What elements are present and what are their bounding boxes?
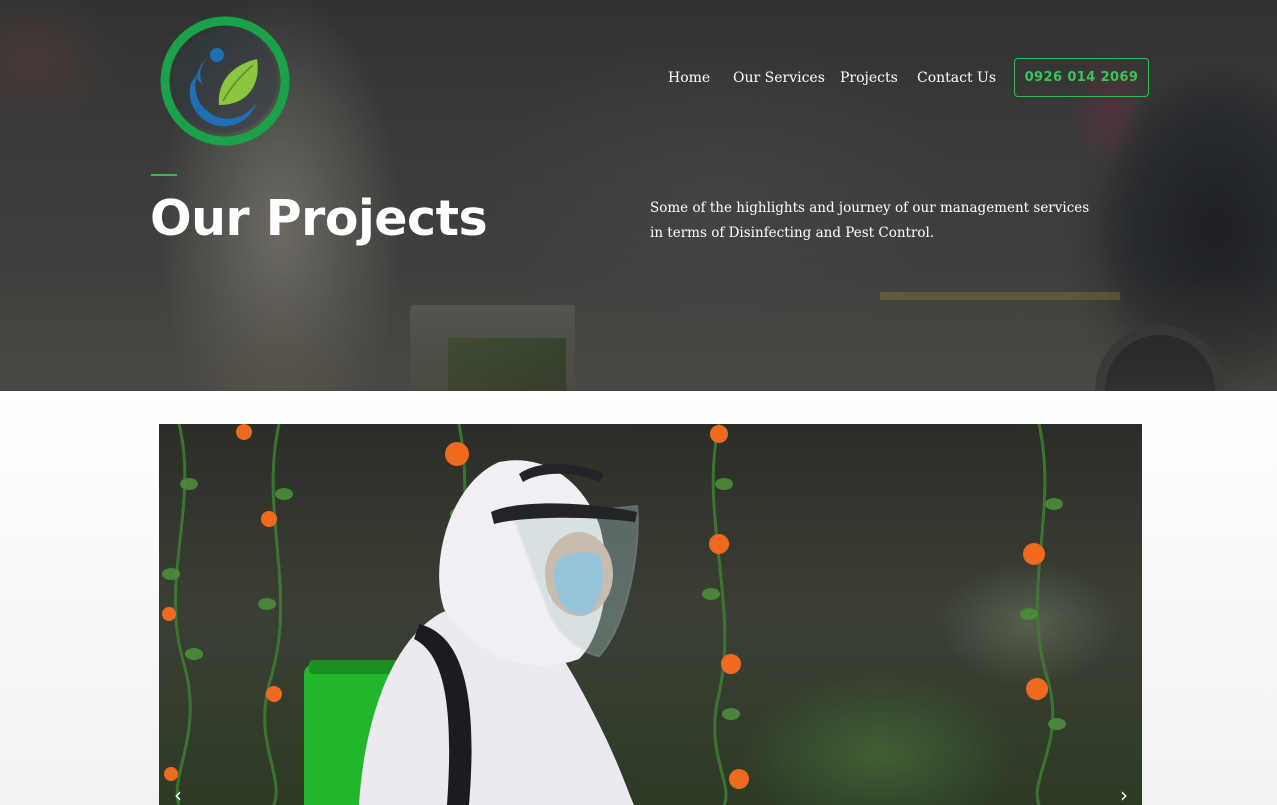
chevron-left-icon[interactable]: ‹	[167, 784, 189, 805]
title-accent-line	[151, 174, 177, 176]
page-title: Our Projects	[150, 190, 488, 247]
nav-home[interactable]: Home	[668, 70, 710, 86]
page-description: Some of the highlights and journey of ou…	[650, 200, 1090, 241]
nav-projects[interactable]: Projects	[840, 70, 898, 86]
eco-pro-logo[interactable]	[157, 13, 293, 149]
phone-button[interactable]: 0926 014 2069	[1014, 58, 1149, 97]
project-slider[interactable]: ‹ ›	[159, 424, 1142, 805]
slide-image	[162, 424, 1066, 805]
chevron-right-icon[interactable]: ›	[1113, 784, 1135, 805]
nav-our-services[interactable]: Our Services	[733, 70, 825, 86]
nav-contact-us[interactable]: Contact Us	[917, 70, 996, 86]
